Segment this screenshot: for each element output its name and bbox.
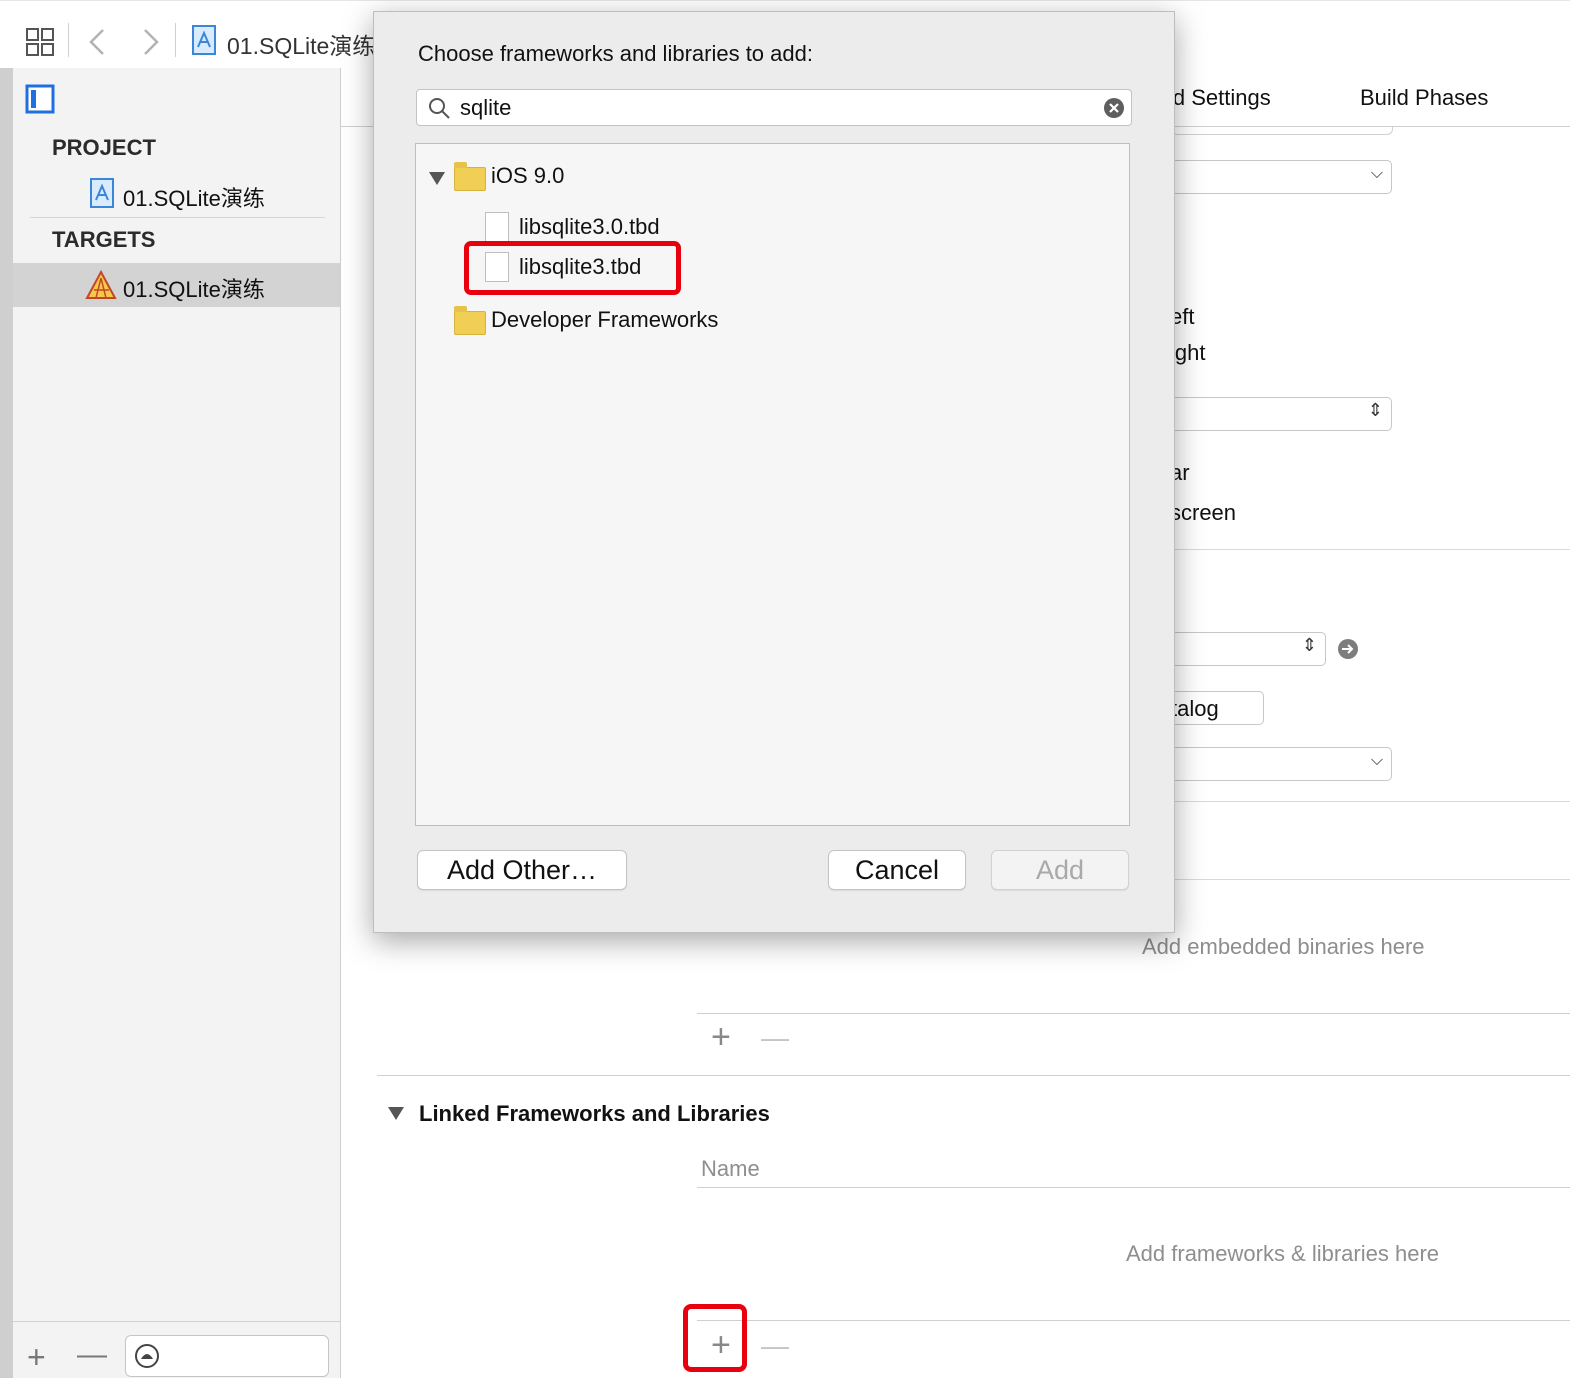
disclosure-triangle-icon[interactable] bbox=[428, 170, 446, 186]
tab-build-phases[interactable]: Build Phases bbox=[1360, 85, 1488, 111]
add-other-button[interactable]: Add Other… bbox=[417, 850, 627, 890]
chevron-down-icon: ⌵ bbox=[1370, 165, 1383, 182]
popup-select-2[interactable]: ⌵ bbox=[1170, 747, 1392, 781]
add-framework-plus-icon[interactable]: + bbox=[711, 1326, 731, 1365]
fragment-catalog: talog bbox=[1171, 696, 1219, 721]
back-chevron-icon[interactable] bbox=[88, 28, 106, 56]
file-icon bbox=[485, 252, 509, 282]
sidebar-item-project[interactable]: 01.SQLite演练 bbox=[123, 181, 265, 213]
remove-embedded-minus-icon: — bbox=[761, 1022, 789, 1053]
search-input-value[interactable]: sqlite bbox=[460, 95, 511, 121]
chevron-down-icon: ⌵ bbox=[1370, 752, 1383, 769]
tree-group-developer[interactable]: Developer Frameworks bbox=[491, 307, 718, 333]
project-section-header: PROJECT bbox=[52, 135, 156, 160]
sidebar-selected-row[interactable]: 01.SQLite演练 bbox=[13, 263, 340, 307]
add-embedded-plus-icon[interactable]: + bbox=[711, 1018, 731, 1057]
project-navigator: PROJECT 01.SQLite演练 TARGETS 01.SQLite演练 … bbox=[13, 68, 341, 1378]
folder-icon bbox=[454, 306, 486, 335]
up-down-chevron-icon: ⇕ bbox=[1301, 635, 1317, 655]
add-frameworks-dialog: Choose frameworks and libraries to add: … bbox=[373, 11, 1175, 933]
editor-sidebar-toggle-icon[interactable] bbox=[25, 84, 55, 114]
stepper-select-1[interactable]: ⇕ bbox=[1170, 397, 1392, 431]
add-plus-icon[interactable]: + bbox=[27, 1339, 46, 1376]
forward-chevron-icon[interactable] bbox=[142, 28, 160, 56]
clear-search-icon[interactable] bbox=[1103, 97, 1125, 119]
disclosure-triangle-icon[interactable] bbox=[387, 1105, 405, 1121]
embedded-binaries-placeholder: Add embedded binaries here bbox=[1142, 934, 1425, 959]
arrow-circle-icon[interactable] bbox=[1337, 638, 1359, 660]
search-icon bbox=[429, 98, 450, 119]
related-items-grid-icon[interactable] bbox=[26, 28, 54, 56]
file-icon bbox=[485, 212, 509, 242]
tab-build-settings[interactable]: ld Settings bbox=[1168, 85, 1271, 111]
app-target-icon bbox=[85, 270, 117, 299]
project-file-icon bbox=[192, 25, 216, 55]
stepper-select-2[interactable]: ⇕ bbox=[1170, 632, 1326, 666]
column-name-header[interactable]: Name bbox=[701, 1156, 760, 1182]
editor-left-strip bbox=[0, 68, 13, 1378]
project-file-icon bbox=[90, 178, 114, 208]
framework-list: iOS 9.0 libsqlite3.0.tbd libsqlite3.tbd … bbox=[415, 143, 1130, 826]
linked-frameworks-header: Linked Frameworks and Libraries bbox=[419, 1101, 770, 1126]
tree-file-libsqlite3[interactable]: libsqlite3.tbd bbox=[519, 254, 641, 280]
breadcrumb-project[interactable]: 01.SQLite演练 bbox=[227, 27, 375, 61]
sidebar-item-target: 01.SQLite演练 bbox=[123, 277, 265, 302]
tree-file-libsqlite3-0[interactable]: libsqlite3.0.tbd bbox=[519, 214, 660, 240]
popup-select-1[interactable]: ⌵ bbox=[1170, 160, 1392, 194]
filter-field[interactable] bbox=[125, 1335, 329, 1377]
remove-framework-minus-icon: — bbox=[761, 1330, 789, 1361]
remove-minus-icon[interactable]: — bbox=[77, 1338, 107, 1372]
search-field[interactable]: sqlite bbox=[416, 89, 1132, 126]
linked-frameworks-placeholder: Add frameworks & libraries here bbox=[1126, 1241, 1440, 1266]
catalog-button[interactable]: talog bbox=[1170, 691, 1264, 725]
fragment-screen: screen bbox=[1170, 500, 1237, 525]
add-button[interactable]: Add bbox=[991, 850, 1129, 890]
folder-icon bbox=[454, 162, 486, 191]
fragment-ight: ight bbox=[1170, 340, 1206, 365]
filter-icon bbox=[135, 1344, 159, 1368]
dialog-title: Choose frameworks and libraries to add: bbox=[418, 41, 813, 66]
tree-group-ios[interactable]: iOS 9.0 bbox=[491, 163, 564, 189]
up-down-chevron-icon: ⇕ bbox=[1367, 400, 1383, 420]
targets-section-header: TARGETS bbox=[52, 227, 156, 252]
cancel-button[interactable]: Cancel bbox=[828, 850, 966, 890]
